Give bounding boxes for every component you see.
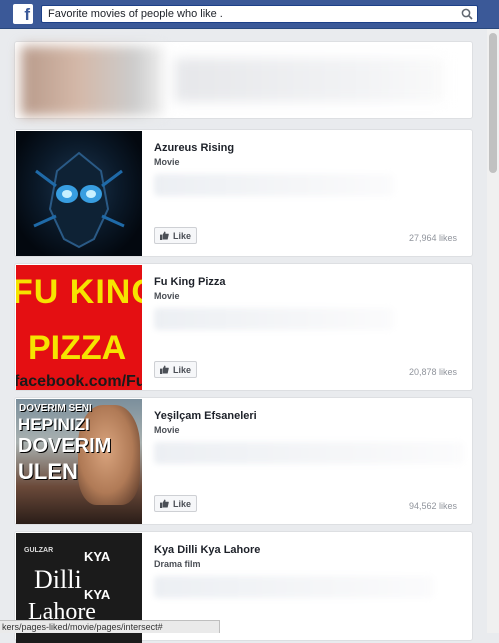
- blurred-description: [154, 576, 434, 598]
- browser-status-bar: kers/pages-liked/movie/pages/intersect#: [0, 620, 220, 633]
- movie-poster-image[interactable]: DOVERIM SENI HEPINIZI DOVERIM ULEN: [16, 399, 142, 524]
- scrollbar-thumb[interactable]: [489, 33, 497, 173]
- search-icon[interactable]: [461, 8, 473, 20]
- blurred-description: [154, 308, 394, 330]
- poster-text: Dilli: [34, 565, 82, 594]
- poster-text: PIZZA: [28, 329, 127, 367]
- blurred-text: [175, 58, 445, 102]
- result-title[interactable]: Fu King Pizza: [154, 276, 226, 288]
- result-category: Movie: [154, 157, 180, 167]
- movie-poster-image[interactable]: [16, 131, 142, 256]
- movie-poster-image[interactable]: FU KING PIZZA facebook.com/FuKing: [16, 265, 142, 390]
- poster-text: ULEN: [18, 459, 78, 484]
- top-bar: f: [0, 0, 499, 29]
- poster-text: DOVERIM: [18, 435, 112, 457]
- result-category: Drama film: [154, 559, 201, 569]
- result-card: DOVERIM SENI HEPINIZI DOVERIM ULEN Yeşil…: [14, 397, 473, 525]
- search-input[interactable]: [42, 6, 458, 22]
- page-scrollbar[interactable]: [487, 29, 499, 633]
- blurred-result-card: [14, 41, 473, 119]
- alien-mask-icon: [33, 151, 125, 249]
- result-title[interactable]: Azureus Rising: [154, 142, 234, 154]
- poster-text: facebook.com/FuKing: [16, 373, 142, 390]
- blurred-thumbnail: [21, 46, 163, 116]
- result-card: FU KING PIZZA facebook.com/FuKing Fu Kin…: [14, 263, 473, 391]
- search-box: [41, 5, 478, 23]
- like-label: Like: [173, 499, 192, 509]
- like-label: Like: [173, 365, 192, 375]
- poster-text: HEPINIZI: [18, 415, 90, 434]
- poster-text: KYA: [84, 549, 111, 564]
- result-category: Movie: [154, 291, 180, 301]
- like-button[interactable]: Like: [154, 495, 197, 512]
- like-label: Like: [173, 231, 192, 241]
- result-title[interactable]: Kya Dilli Kya Lahore: [154, 544, 260, 556]
- facebook-logo-icon[interactable]: f: [13, 4, 33, 24]
- poster-text: FU KING: [16, 273, 142, 311]
- poster-text: DOVERIM SENI: [19, 403, 92, 414]
- thumbs-up-icon: [160, 231, 169, 240]
- likes-count: 94,562 likes: [408, 501, 457, 511]
- blurred-description: [154, 442, 464, 464]
- result-card: Azureus Rising Movie Like 27,964 likes: [14, 129, 473, 257]
- like-button[interactable]: Like: [154, 227, 197, 244]
- likes-count: 27,964 likes: [408, 233, 457, 243]
- result-title[interactable]: Yeşilçam Efsaneleri: [154, 410, 257, 422]
- likes-count: 20,878 likes: [408, 367, 457, 377]
- thumbs-up-icon: [160, 499, 169, 508]
- result-category: Movie: [154, 425, 180, 435]
- thumbs-up-icon: [160, 365, 169, 374]
- like-button[interactable]: Like: [154, 361, 197, 378]
- blurred-description: [154, 174, 394, 196]
- poster-text: GULZAR: [24, 547, 54, 554]
